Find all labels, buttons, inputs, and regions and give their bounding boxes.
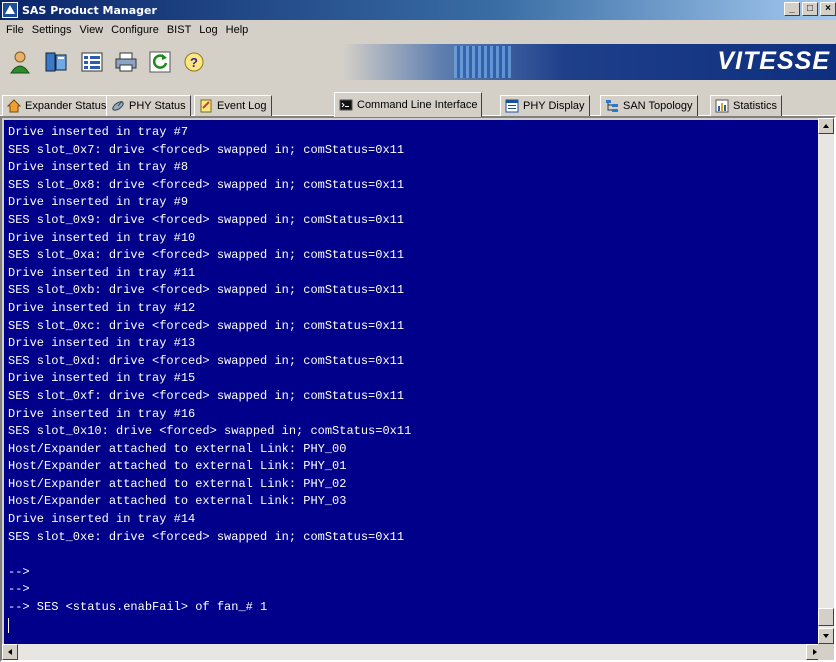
brand-logo: VITESSE — [717, 47, 830, 75]
app-window: SAS Product Manager _ □ × File Settings … — [0, 0, 836, 662]
console-line: Host/Expander attached to external Link:… — [8, 476, 347, 491]
menu-log[interactable]: Log — [197, 24, 223, 36]
printer-icon[interactable] — [112, 48, 140, 76]
menu-bist[interactable]: BIST — [165, 24, 197, 36]
menu-bar: File Settings View Configure BIST Log He… — [0, 20, 836, 39]
tab-label: Expander Status — [25, 100, 107, 112]
scroll-left-button[interactable] — [2, 644, 18, 660]
menu-file[interactable]: File — [4, 24, 30, 36]
tab-label: PHY Status — [129, 100, 186, 112]
tab-label: Event Log — [217, 100, 267, 112]
console-line: SES slot_0xf: drive <forced> swapped in;… — [8, 388, 405, 403]
console-line: --> — [8, 564, 30, 579]
tab-phy-display[interactable]: PHY Display — [500, 95, 590, 116]
close-button[interactable]: × — [820, 2, 836, 16]
vertical-scroll-thumb[interactable] — [818, 608, 834, 626]
list-icon[interactable] — [78, 48, 106, 76]
console-line: Drive inserted in tray #15 — [8, 371, 196, 386]
cli-output[interactable]: Drive inserted in tray #7 SES slot_0x7: d… — [4, 120, 822, 644]
menu-settings[interactable]: Settings — [30, 24, 78, 36]
maximize-button[interactable]: □ — [802, 2, 818, 16]
console-line: --> — [8, 582, 30, 597]
console-line: Drive inserted in tray #16 — [8, 406, 196, 421]
home-icon — [7, 99, 21, 113]
tab-event-log[interactable]: Event Log — [194, 95, 272, 116]
scroll-up-button[interactable] — [818, 118, 834, 134]
console-line: Drive inserted in tray #7 — [8, 125, 189, 139]
horizontal-scrollbar[interactable] — [2, 644, 822, 660]
console-line: SES slot_0xa: drive <forced> swapped in;… — [8, 248, 405, 263]
minimize-button[interactable]: _ — [784, 2, 800, 16]
console-line: --> SES <status.enabFail> of fan_# 1 — [8, 600, 268, 615]
tab-label: PHY Display — [523, 100, 585, 112]
title-bar[interactable]: SAS Product Manager _ □ × — [0, 0, 836, 20]
tree-icon — [606, 100, 618, 112]
console-line: Drive inserted in tray #13 — [8, 336, 196, 351]
menu-configure[interactable]: Configure — [109, 24, 165, 36]
console-line: SES slot_0x8: drive <forced> swapped in;… — [8, 177, 405, 192]
cli-panel: Drive inserted in tray #7 SES slot_0x7: d… — [0, 116, 836, 662]
tab-label: SAN Topology — [623, 100, 693, 112]
device-icon[interactable] — [42, 48, 70, 76]
notepad-icon — [200, 99, 212, 113]
menu-view[interactable]: View — [77, 24, 109, 36]
vendor-banner: VITESSE — [342, 44, 836, 80]
console-line: SES slot_0x10: drive <forced> swapped in… — [8, 424, 412, 439]
banner-graphic — [454, 46, 512, 78]
tab-label: Command Line Interface — [357, 99, 478, 111]
tab-command-line-interface[interactable]: Command Line Interface — [334, 92, 483, 117]
chart-icon — [715, 99, 729, 113]
console-line: SES slot_0xe: drive <forced> swapped in;… — [8, 529, 405, 544]
console-line: Host/Expander attached to external Link:… — [8, 459, 347, 474]
console-line: Drive inserted in tray #11 — [8, 265, 196, 280]
tab-expander-status[interactable]: Expander Status — [2, 95, 112, 116]
scroll-corner — [818, 644, 834, 660]
console-line: Drive inserted in tray #12 — [8, 300, 196, 315]
arrow-right-icon — [813, 649, 817, 655]
window-title: SAS Product Manager — [22, 3, 157, 17]
console-line: Drive inserted in tray #10 — [8, 230, 196, 245]
tab-label: Statistics — [733, 100, 778, 112]
arrow-down-icon — [823, 634, 829, 638]
console-line: SES slot_0x9: drive <forced> swapped in;… — [8, 212, 405, 227]
arrow-left-icon — [8, 649, 12, 655]
window-icon — [505, 99, 519, 113]
help-icon[interactable]: ? — [180, 48, 208, 76]
terminal-icon — [339, 99, 353, 111]
svg-text:?: ? — [190, 55, 198, 70]
vertical-scrollbar[interactable] — [818, 118, 834, 644]
window-controls: _ □ × — [784, 2, 836, 16]
user-icon[interactable] — [6, 48, 34, 76]
satellite-icon — [112, 100, 124, 111]
console-line: SES slot_0xc: drive <forced> swapped in;… — [8, 318, 405, 333]
app-logo-icon — [2, 2, 18, 18]
console-line: Drive inserted in tray #14 — [8, 512, 196, 527]
arrow-up-icon — [823, 124, 829, 128]
console-line: SES slot_0xd: drive <forced> swapped in;… — [8, 353, 405, 368]
tab-bar: Expander Status PHY Status Event Log Com… — [0, 92, 836, 117]
console-line: Drive inserted in tray #8 — [8, 160, 189, 175]
scroll-down-button[interactable] — [818, 628, 834, 644]
console-line: Host/Expander attached to external Link:… — [8, 494, 347, 509]
console-line: SES slot_0x7: drive <forced> swapped in;… — [8, 142, 405, 157]
tab-san-topology[interactable]: SAN Topology — [600, 95, 698, 116]
console-line: SES slot_0xb: drive <forced> swapped in;… — [8, 283, 405, 298]
tab-statistics[interactable]: Statistics — [710, 95, 783, 116]
refresh-icon[interactable] — [146, 48, 174, 76]
menu-help[interactable]: Help — [224, 24, 255, 36]
console-line: Drive inserted in tray #9 — [8, 195, 189, 210]
console-line: Host/Expander attached to external Link:… — [8, 441, 347, 456]
text-cursor — [8, 617, 9, 633]
tab-phy-status[interactable]: PHY Status — [106, 95, 191, 116]
